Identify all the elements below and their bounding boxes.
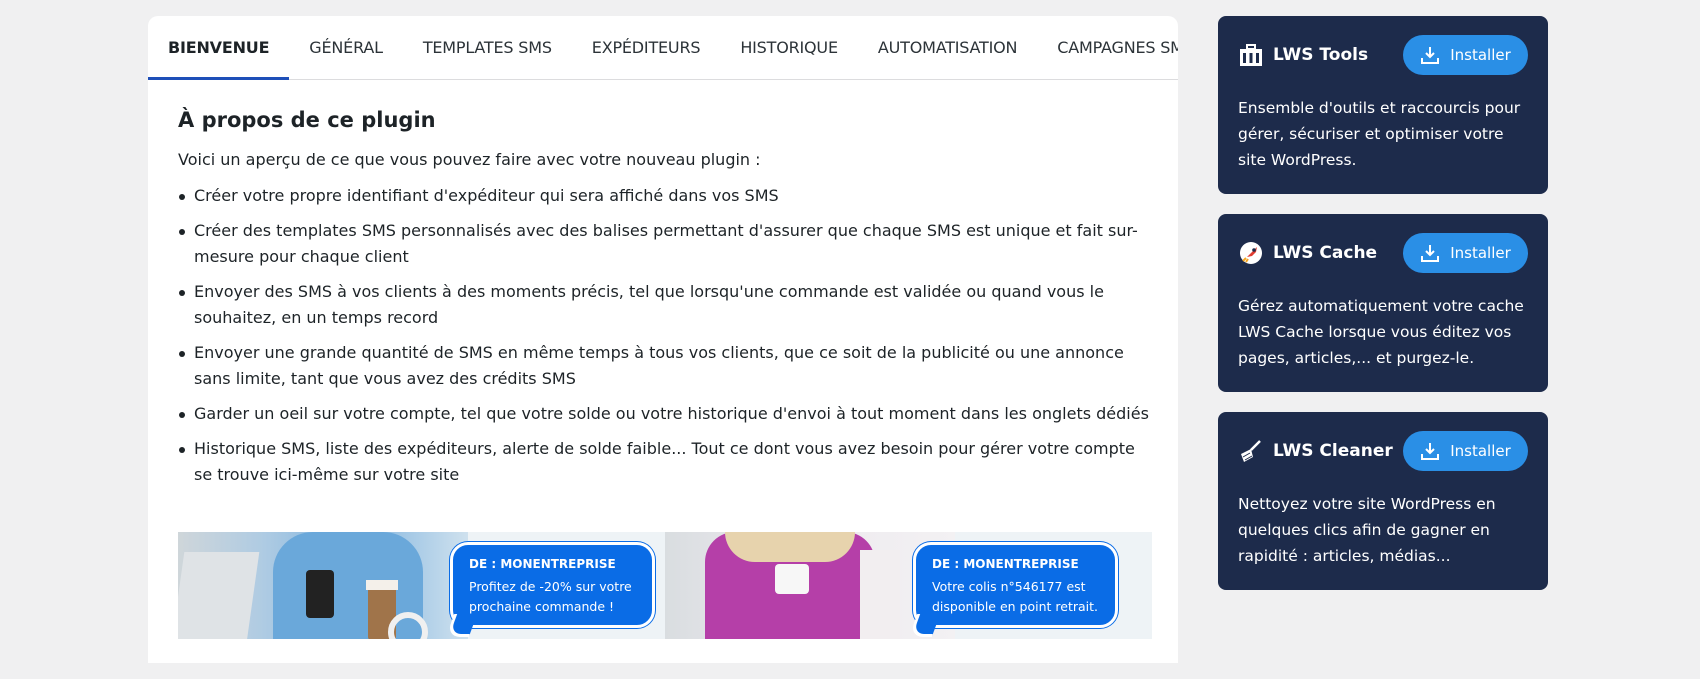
about-section: À propos de ce plugin Voici un aperçu de… xyxy=(148,80,1178,488)
tool-card-header: LWS Cleaner Installer xyxy=(1238,431,1528,471)
tool-card-lws-cache: LWS Cache Installer Gérez automatiquemen… xyxy=(1218,214,1548,392)
toolbox-icon xyxy=(1238,42,1264,68)
tool-card-header: LWS Tools Installer xyxy=(1238,35,1528,75)
tool-name: LWS Cleaner xyxy=(1273,441,1393,461)
tab-expediteurs[interactable]: EXPÉDITEURS xyxy=(572,16,721,79)
sms-message: Votre colis n°546177 est disponible en p… xyxy=(932,579,1099,614)
lws-plugins-sidebar: LWS Tools Installer Ensemble d'outils et… xyxy=(1218,16,1548,610)
feature-item: Historique SMS, liste des expéditeurs, a… xyxy=(178,436,1152,488)
feature-item: Envoyer une grande quantité de SMS en mê… xyxy=(178,340,1152,392)
rocket-icon xyxy=(1238,240,1264,266)
feature-item: Créer votre propre identifiant d'expédit… xyxy=(178,183,1152,209)
banner-left: DE : MONENTREPRISE Profitez de -20% sur … xyxy=(178,532,665,639)
tool-description: Gérez automatiquement votre cache LWS Ca… xyxy=(1238,297,1524,367)
feature-list: Créer votre propre identifiant d'expédit… xyxy=(178,183,1152,488)
download-icon xyxy=(1421,245,1440,262)
broom-icon xyxy=(1238,438,1264,464)
sms-message: Profitez de -20% sur votre prochaine com… xyxy=(469,579,632,614)
banner-right: DE : MONENTREPRISE Votre colis n°546177 … xyxy=(665,532,1152,639)
tab-bienvenue[interactable]: BIENVENUE xyxy=(148,16,290,80)
sms-promo-banner: DE : MONENTREPRISE Profitez de -20% sur … xyxy=(178,532,1152,639)
tool-name: LWS Cache xyxy=(1273,243,1378,263)
install-label: Installer xyxy=(1450,442,1511,460)
sms-bubble-promo: DE : MONENTREPRISE Profitez de -20% sur … xyxy=(450,542,655,628)
tab-general[interactable]: GÉNÉRAL xyxy=(289,16,403,79)
feature-item: Créer des templates SMS personnalisés av… xyxy=(178,218,1152,270)
install-lws-tools-button[interactable]: Installer xyxy=(1403,35,1528,75)
woman-with-phone-image xyxy=(665,532,955,639)
tool-title: LWS Cleaner xyxy=(1238,438,1393,464)
sms-sender: DE : MONENTREPRISE xyxy=(932,557,1079,571)
tab-templates-sms[interactable]: TEMPLATES SMS xyxy=(403,16,572,79)
sms-sender: DE : MONENTREPRISE xyxy=(469,557,616,571)
tool-card-lws-tools: LWS Tools Installer Ensemble d'outils et… xyxy=(1218,16,1548,194)
sms-bubble-parcel: DE : MONENTREPRISE Votre colis n°546177 … xyxy=(913,542,1118,628)
download-icon xyxy=(1421,443,1440,460)
feature-item: Envoyer des SMS à vos clients à des mome… xyxy=(178,279,1152,331)
tool-name: LWS Tools xyxy=(1273,45,1369,65)
install-label: Installer xyxy=(1450,46,1511,64)
tool-title: LWS Cache xyxy=(1238,240,1377,266)
man-with-phone-image xyxy=(178,532,468,639)
tab-historique[interactable]: HISTORIQUE xyxy=(720,16,858,79)
tool-card-lws-cleaner: LWS Cleaner Installer Nettoyez votre sit… xyxy=(1218,412,1548,590)
tab-bar: BIENVENUE GÉNÉRAL TEMPLATES SMS EXPÉDITE… xyxy=(148,16,1178,80)
tab-campagnes-sms[interactable]: CAMPAGNES SMS xyxy=(1037,16,1178,79)
about-intro: Voici un aperçu de ce que vous pouvez fa… xyxy=(178,150,761,169)
install-label: Installer xyxy=(1450,244,1511,262)
tool-description: Nettoyez votre site WordPress en quelque… xyxy=(1238,495,1496,565)
tab-automatisation[interactable]: AUTOMATISATION xyxy=(858,16,1037,79)
tool-title: LWS Tools xyxy=(1238,42,1368,68)
tool-description: Ensemble d'outils et raccourcis pour gér… xyxy=(1238,99,1521,169)
feature-item: Garder un oeil sur votre compte, tel que… xyxy=(178,401,1152,427)
plugin-main-panel: BIENVENUE GÉNÉRAL TEMPLATES SMS EXPÉDITE… xyxy=(148,16,1178,663)
about-title: À propos de ce plugin xyxy=(178,108,436,132)
install-lws-cleaner-button[interactable]: Installer xyxy=(1403,431,1528,471)
install-lws-cache-button[interactable]: Installer xyxy=(1403,233,1528,273)
tool-card-header: LWS Cache Installer xyxy=(1238,233,1528,273)
download-icon xyxy=(1421,47,1440,64)
